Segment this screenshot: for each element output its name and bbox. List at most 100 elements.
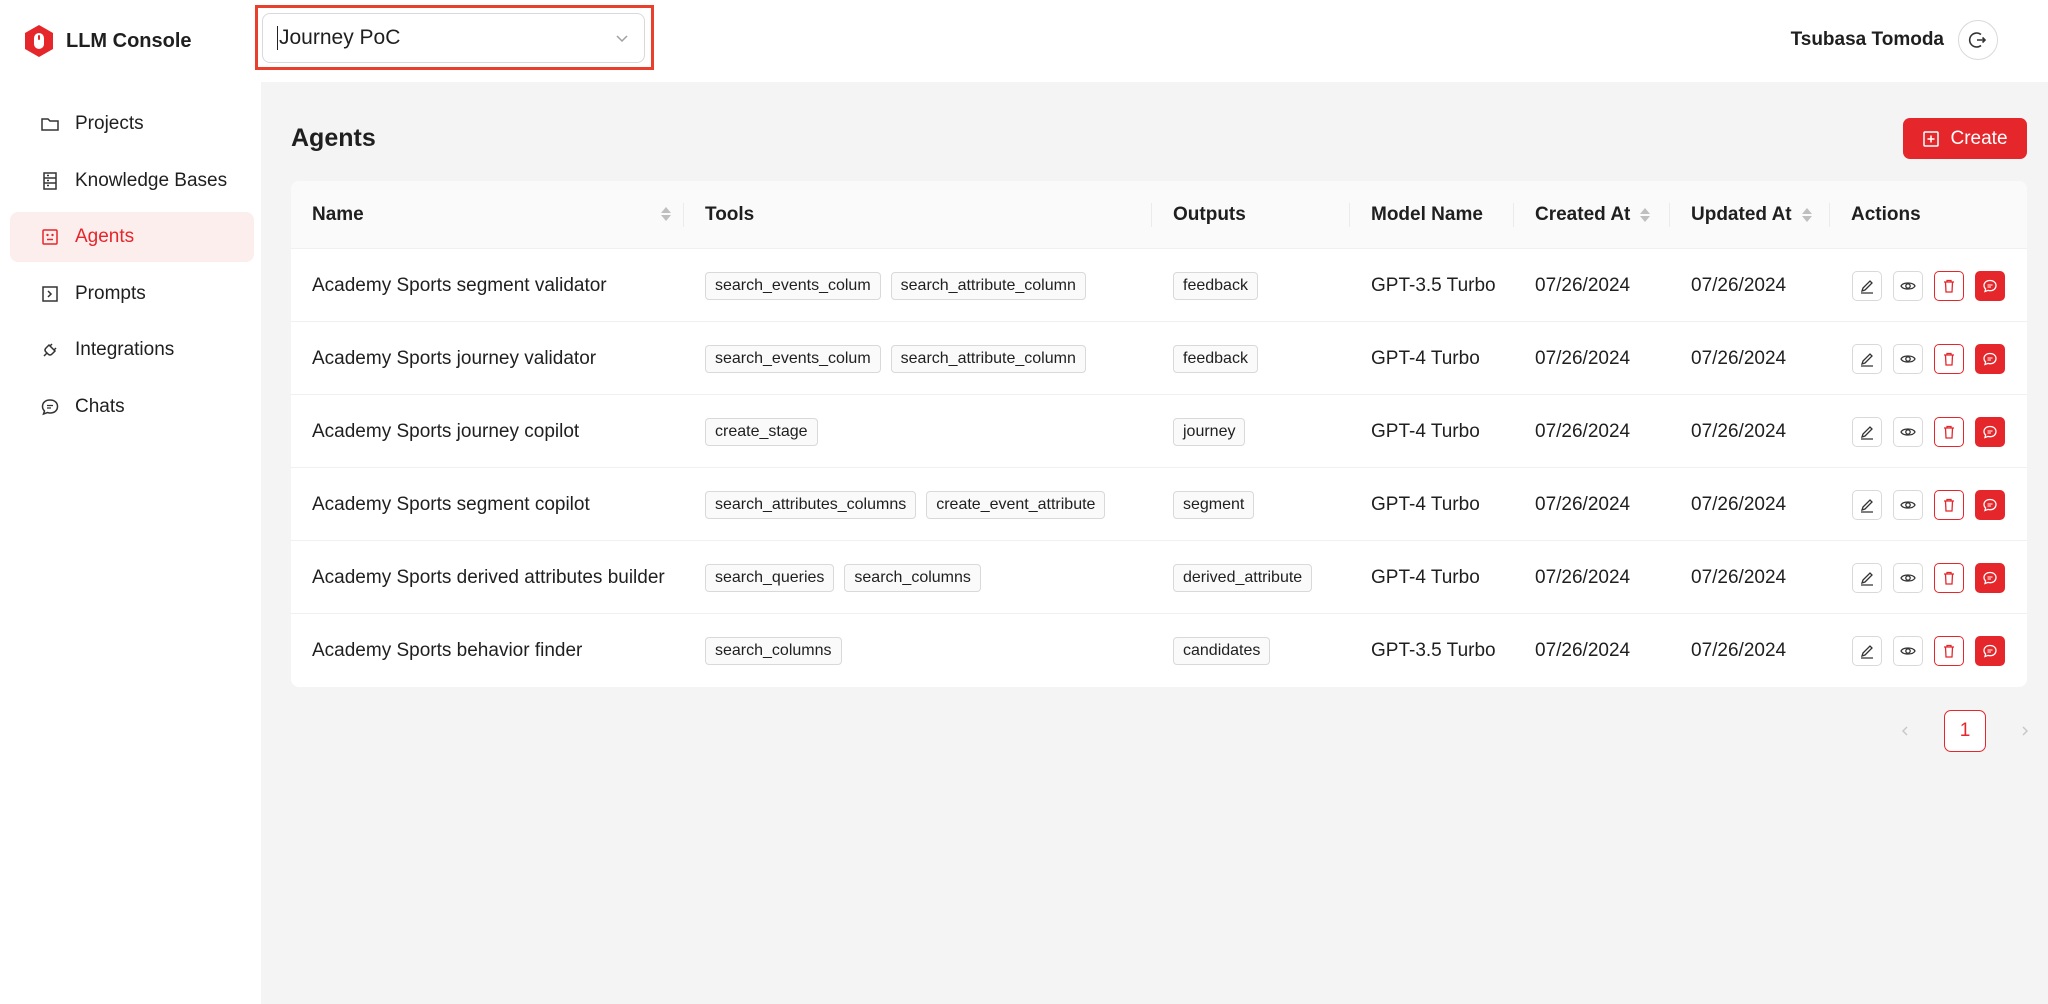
table-row[interactable]: Academy Sports derived attributes builde… [291,541,2027,614]
table-body: Academy Sports segment validator search_… [291,249,2027,687]
column-label: Name [312,204,364,225]
logout-icon [1968,32,1987,48]
outputs-cell: candidates [1173,614,1280,687]
table-row[interactable]: Academy Sports journey copilot create_st… [291,395,2027,468]
chat-button[interactable] [1975,635,2005,666]
view-button[interactable] [1893,270,1923,301]
create-button[interactable]: Create [1903,118,2027,159]
model-name-cell: GPT-4 Turbo [1371,420,1480,442]
column-header-created-at[interactable]: Created At [1535,181,1651,249]
column-label: Updated At [1691,204,1792,225]
updated-at-cell: 07/26/2024 [1691,566,1787,588]
trash-icon [1944,279,1954,293]
view-button[interactable] [1893,562,1923,593]
chat-button[interactable] [1975,562,2005,593]
column-header-outputs: Outputs [1173,181,1246,249]
table-row[interactable]: Academy Sports segment copilot search_at… [291,468,2027,541]
delete-button[interactable] [1934,270,1964,301]
table-row[interactable]: Academy Sports behavior finder search_co… [291,614,2027,687]
sidebar-item-chats[interactable]: Chats [10,382,254,432]
page-number[interactable]: 1 [1944,710,1986,752]
delete-button[interactable] [1934,416,1964,447]
edit-button[interactable] [1852,270,1882,301]
agent-name-cell: Academy Sports derived attributes builde… [312,566,665,588]
trash-icon [1944,498,1954,512]
sort-icon[interactable] [661,207,671,221]
sidebar-item-agents[interactable]: Agents [10,212,254,262]
table-row[interactable]: Academy Sports segment validator search_… [291,249,2027,322]
model-name-cell: GPT-3.5 Turbo [1371,639,1496,661]
column-label: Model Name [1371,204,1483,225]
sort-icon [1801,208,1812,222]
outputs-cell: feedback [1173,249,1268,322]
top-header: LLM Console Journey PoC Tsubasa Tomoda [0,0,2048,82]
tools-cell: create_stage [705,395,828,468]
agent-name-cell: Academy Sports segment copilot [312,493,590,515]
column-divider [1349,203,1350,227]
delete-button[interactable] [1934,343,1964,374]
delete-button[interactable] [1934,562,1964,593]
edit-button[interactable] [1852,635,1882,666]
tools-cell: search_attributes_columns create_event_at… [705,468,1115,541]
sidebar-item-integrations[interactable]: Integrations [10,325,254,375]
view-button[interactable] [1893,416,1923,447]
actions-cell [1852,395,2005,468]
plus-square-icon [1923,130,1940,147]
tool-tag: create_stage [705,417,818,446]
column-divider [1151,203,1152,227]
output-tag: journey [1173,417,1246,446]
next-page-button[interactable] [2010,711,2040,751]
chevron-right-icon [2022,726,2029,736]
agent-name-cell: Academy Sports journey copilot [312,420,580,442]
view-button[interactable] [1893,489,1923,520]
view-button[interactable] [1893,635,1923,666]
edit-button[interactable] [1852,562,1882,593]
edit-icon [1860,279,1873,294]
edit-icon [1860,644,1873,659]
updated-at-cell: 07/26/2024 [1691,639,1787,661]
chat-button[interactable] [1975,489,2005,520]
created-at-cell: 07/26/2024 [1535,347,1631,369]
delete-button[interactable] [1934,635,1964,666]
column-header-name[interactable]: Name [312,181,364,249]
sidebar-item-label: Chats [75,396,125,417]
view-button[interactable] [1893,343,1923,374]
chat-button[interactable] [1975,416,2005,447]
column-label: Actions [1851,204,1921,225]
logo-icon [25,25,53,57]
logout-button[interactable] [1958,20,1998,60]
output-tag: feedback [1173,271,1258,300]
project-select[interactable]: Journey PoC [262,13,645,63]
column-label: Created At [1535,204,1631,225]
delete-button[interactable] [1934,489,1964,520]
model-name-cell: GPT-3.5 Turbo [1371,274,1496,296]
tools-cell: search_columns [705,614,852,687]
chat-button[interactable] [1975,270,2005,301]
table-row[interactable]: Academy Sports journey validator search_… [291,322,2027,395]
tool-tag: search_events_colum [705,271,881,300]
edit-icon [1860,425,1873,440]
eye-icon [1900,281,1916,290]
sidebar-item-label: Agents [75,226,135,247]
agent-name-cell: Academy Sports segment validator [312,274,607,296]
folder-icon [41,118,59,131]
chat-icon [1983,425,1997,439]
edit-button[interactable] [1852,489,1882,520]
sidebar-item-projects[interactable]: Projects [10,99,254,149]
tool-tag: search_attribute_column [890,344,1086,373]
sort-icon [1640,208,1651,222]
prev-page-button[interactable] [1890,711,1920,751]
output-tag: feedback [1173,344,1258,373]
sidebar-item-prompts[interactable]: Prompts [10,269,254,319]
column-header-updated-at[interactable]: Updated At [1691,181,1812,249]
edit-button[interactable] [1852,343,1882,374]
app-logo[interactable]: LLM Console [22,24,192,58]
edit-button[interactable] [1852,416,1882,447]
updated-at-cell: 07/26/2024 [1691,493,1787,515]
chevron-down-icon [616,35,628,43]
outputs-cell: derived_attribute [1173,541,1322,614]
model-name-cell: GPT-4 Turbo [1371,493,1480,515]
project-select-value: Journey PoC [279,26,401,49]
chat-button[interactable] [1975,343,2005,374]
sidebar-item-knowledge-bases[interactable]: Knowledge Bases [10,156,254,206]
